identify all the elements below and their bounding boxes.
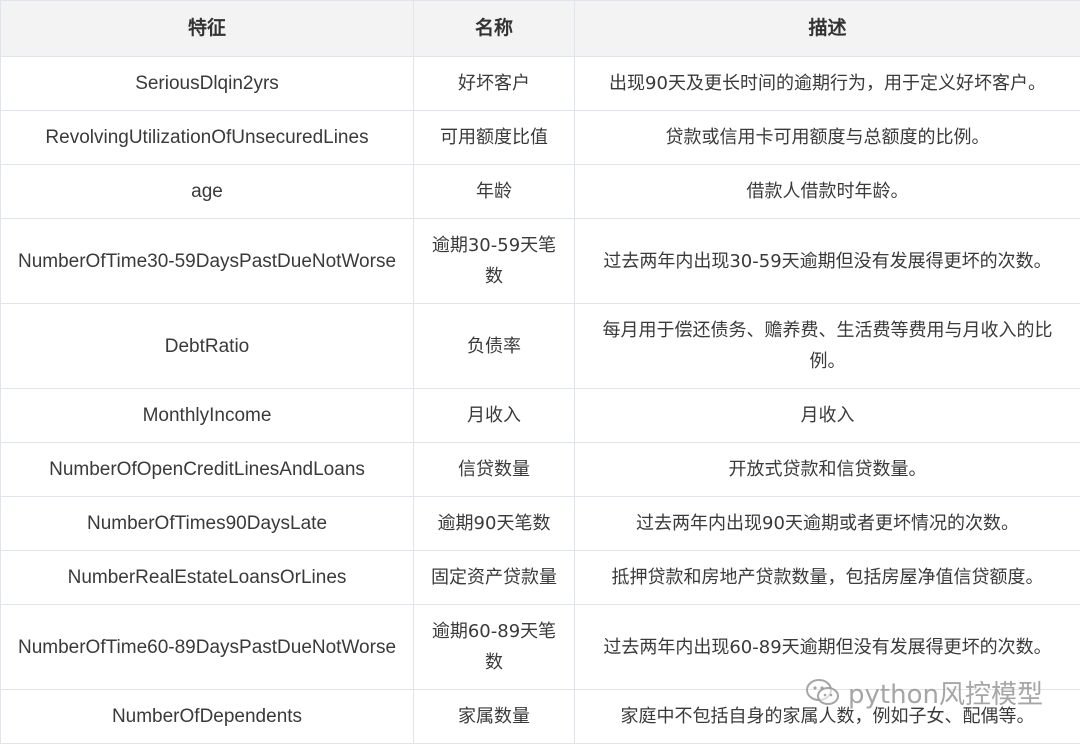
table-row: NumberOfTime60-89DaysPastDueNotWorse 逾期6… — [0, 604, 1080, 690]
feature-cell: NumberRealEstateLoansOrLines — [0, 550, 414, 605]
table-row: NumberOfTime30-59DaysPastDueNotWorse 逾期3… — [0, 218, 1080, 304]
description-cell: 每月用于偿还债务、赡养费、生活费等费用与月收入的比例。 — [574, 303, 1080, 389]
table-row: RevolvingUtilizationOfUnsecuredLines 可用额… — [0, 110, 1080, 165]
table-row: NumberOfDependents 家属数量 家庭中不包括自身的家属人数，例如… — [0, 689, 1080, 744]
table-row: age 年龄 借款人借款时年龄。 — [0, 164, 1080, 219]
table-header-row: 特征 名称 描述 — [0, 0, 1080, 57]
description-cell: 贷款或信用卡可用额度与总额度的比例。 — [574, 110, 1080, 165]
header-name: 名称 — [413, 0, 575, 57]
header-description: 描述 — [574, 0, 1080, 57]
description-cell: 过去两年内出现30-59天逾期但没有发展得更坏的次数。 — [574, 218, 1080, 304]
table-row: NumberRealEstateLoansOrLines 固定资产贷款量 抵押贷… — [0, 550, 1080, 605]
name-cell: 逾期60-89天笔数 — [413, 604, 575, 690]
name-cell: 月收入 — [413, 388, 575, 443]
feature-table: 特征 名称 描述 SeriousDlqin2yrs 好坏客户 出现90天及更长时… — [0, 0, 1080, 744]
description-cell: 抵押贷款和房地产贷款数量，包括房屋净值信贷额度。 — [574, 550, 1080, 605]
description-cell: 家庭中不包括自身的家属人数，例如子女、配偶等。 — [574, 689, 1080, 744]
name-cell: 好坏客户 — [413, 56, 575, 111]
feature-cell: MonthlyIncome — [0, 388, 414, 443]
name-cell: 逾期90天笔数 — [413, 496, 575, 551]
name-cell: 逾期30-59天笔数 — [413, 218, 575, 304]
description-cell: 过去两年内出现90天逾期或者更坏情况的次数。 — [574, 496, 1080, 551]
description-cell: 出现90天及更长时间的逾期行为，用于定义好坏客户。 — [574, 56, 1080, 111]
description-cell: 开放式贷款和信贷数量。 — [574, 442, 1080, 497]
description-cell: 月收入 — [574, 388, 1080, 443]
feature-cell: NumberOfDependents — [0, 689, 414, 744]
feature-cell: SeriousDlqin2yrs — [0, 56, 414, 111]
feature-cell: DebtRatio — [0, 303, 414, 389]
header-feature: 特征 — [0, 0, 414, 57]
feature-cell: NumberOfTime60-89DaysPastDueNotWorse — [0, 604, 414, 690]
name-cell: 家属数量 — [413, 689, 575, 744]
feature-cell: RevolvingUtilizationOfUnsecuredLines — [0, 110, 414, 165]
feature-cell: NumberOfTimes90DaysLate — [0, 496, 414, 551]
name-cell: 年龄 — [413, 164, 575, 219]
description-cell: 过去两年内出现60-89天逾期但没有发展得更坏的次数。 — [574, 604, 1080, 690]
table-row: SeriousDlqin2yrs 好坏客户 出现90天及更长时间的逾期行为，用于… — [0, 56, 1080, 111]
table-row: NumberOfOpenCreditLinesAndLoans 信贷数量 开放式… — [0, 442, 1080, 497]
feature-cell: age — [0, 164, 414, 219]
table-row: DebtRatio 负债率 每月用于偿还债务、赡养费、生活费等费用与月收入的比例… — [0, 303, 1080, 389]
description-cell: 借款人借款时年龄。 — [574, 164, 1080, 219]
feature-cell: NumberOfOpenCreditLinesAndLoans — [0, 442, 414, 497]
table-row: NumberOfTimes90DaysLate 逾期90天笔数 过去两年内出现9… — [0, 496, 1080, 551]
name-cell: 可用额度比值 — [413, 110, 575, 165]
feature-cell: NumberOfTime30-59DaysPastDueNotWorse — [0, 218, 414, 304]
table-row: MonthlyIncome 月收入 月收入 — [0, 388, 1080, 443]
name-cell: 负债率 — [413, 303, 575, 389]
name-cell: 固定资产贷款量 — [413, 550, 575, 605]
name-cell: 信贷数量 — [413, 442, 575, 497]
